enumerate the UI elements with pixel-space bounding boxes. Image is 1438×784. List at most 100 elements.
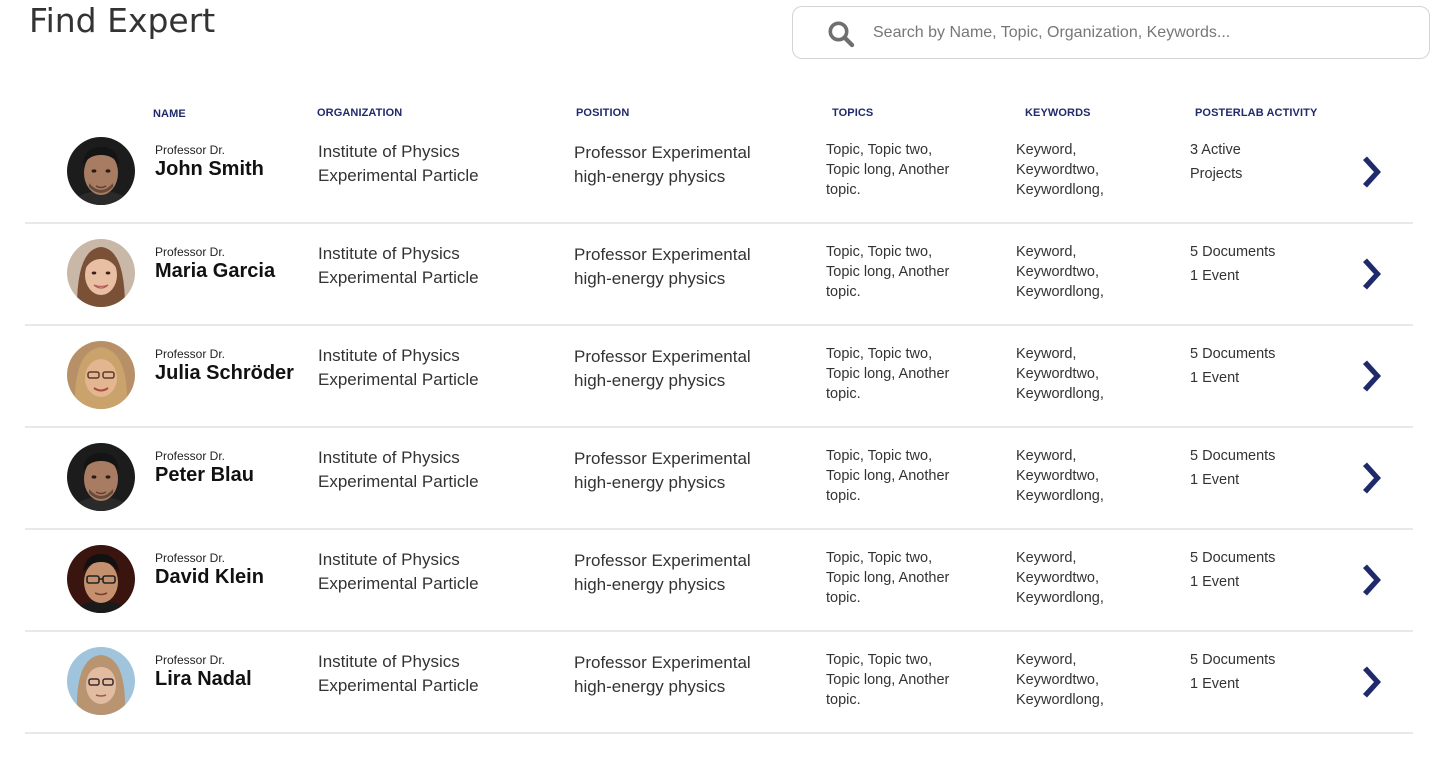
activity-line: 1 Event	[1190, 472, 1240, 488]
position-line: Professor Experimental	[574, 653, 751, 672]
keywords-line: Keyword,	[1016, 142, 1077, 158]
activity-line: 5 Documents	[1190, 346, 1276, 362]
chevron-right-icon[interactable]	[1355, 258, 1385, 290]
keywords-cell: Keyword, Keywordtwo, Keywordlong,	[1016, 140, 1104, 200]
expert-name[interactable]: Lira Nadal	[155, 667, 252, 691]
expert-row[interactable]: Professor Dr. Julia Schröder Institute o…	[25, 326, 1413, 428]
position-line: Professor Experimental	[574, 449, 751, 468]
activity-line: 5 Documents	[1190, 448, 1276, 464]
topics-cell: Topic, Topic two, Topic long, Another to…	[826, 344, 949, 404]
position-cell: Professor Experimental high-energy physi…	[574, 141, 751, 189]
topics-line: topic.	[826, 488, 861, 504]
column-header-keywords[interactable]: KEYWORDS	[1025, 107, 1091, 120]
chevron-right-icon[interactable]	[1355, 360, 1385, 392]
topics-line: Topic, Topic two,	[826, 142, 933, 158]
keywords-line: Keywordtwo,	[1016, 162, 1100, 178]
organization-line: Institute of Physics	[318, 550, 460, 569]
column-header-name[interactable]: NAME	[153, 108, 186, 121]
avatar	[67, 137, 135, 205]
avatar	[67, 239, 135, 307]
position-line: high-energy physics	[574, 167, 726, 186]
organization-cell: Institute of Physics Experimental Partic…	[318, 242, 479, 290]
expert-row[interactable]: Professor Dr. Maria Garcia Institute of …	[25, 224, 1413, 326]
topics-line: topic.	[826, 182, 861, 198]
keywords-line: Keyword,	[1016, 346, 1077, 362]
organization-line: Experimental Particle	[318, 574, 479, 593]
organization-line: Institute of Physics	[318, 448, 460, 467]
expert-name[interactable]: Peter Blau	[155, 463, 254, 487]
organization-cell: Institute of Physics Experimental Partic…	[318, 344, 479, 392]
chevron-right-icon[interactable]	[1355, 462, 1385, 494]
position-cell: Professor Experimental high-energy physi…	[574, 549, 751, 597]
activity-cell: 3 Active Projects	[1190, 138, 1242, 186]
keywords-line: Keyword,	[1016, 550, 1077, 566]
keywords-line: Keyword,	[1016, 448, 1077, 464]
column-header-position[interactable]: POSITION	[576, 107, 629, 120]
search-input[interactable]	[873, 7, 1413, 58]
organization-cell: Institute of Physics Experimental Partic…	[318, 650, 479, 698]
activity-line: 5 Documents	[1190, 244, 1276, 260]
page-title: Find Expert	[29, 1, 216, 40]
keywords-line: Keywordlong,	[1016, 386, 1104, 402]
keywords-line: Keyword,	[1016, 244, 1077, 260]
activity-line: 3 Active	[1190, 142, 1241, 158]
organization-cell: Institute of Physics Experimental Partic…	[318, 140, 479, 188]
topics-line: Topic long, Another	[826, 162, 950, 178]
avatar	[67, 647, 135, 715]
topics-line: Topic, Topic two,	[826, 652, 933, 668]
expert-row[interactable]: Professor Dr. Peter Blau Institute of Ph…	[25, 428, 1413, 530]
activity-line: 1 Event	[1190, 370, 1240, 386]
expert-row[interactable]: Professor Dr. John Smith Institute of Ph…	[25, 122, 1413, 224]
avatar	[67, 545, 135, 613]
expert-row[interactable]: Professor Dr. Lira Nadal Institute of Ph…	[25, 632, 1413, 734]
search-box[interactable]	[792, 6, 1430, 59]
topics-cell: Topic, Topic two, Topic long, Another to…	[826, 446, 949, 506]
expert-name[interactable]: David Klein	[155, 565, 264, 589]
activity-cell: 5 Documents 1 Event	[1190, 648, 1275, 696]
keywords-cell: Keyword, Keywordtwo, Keywordlong,	[1016, 344, 1104, 404]
keywords-line: Keywordtwo,	[1016, 570, 1100, 586]
search-icon[interactable]	[827, 20, 855, 48]
activity-line: 5 Documents	[1190, 550, 1276, 566]
avatar	[67, 443, 135, 511]
column-header-organization[interactable]: ORGANIZATION	[317, 107, 402, 120]
keywords-cell: Keyword, Keywordtwo, Keywordlong,	[1016, 242, 1104, 302]
chevron-right-icon[interactable]	[1355, 156, 1385, 188]
topics-cell: Topic, Topic two, Topic long, Another to…	[826, 548, 949, 608]
avatar	[67, 341, 135, 409]
expert-name[interactable]: Maria Garcia	[155, 259, 275, 283]
position-line: Professor Experimental	[574, 143, 751, 162]
expert-title: Professor Dr.	[155, 347, 226, 361]
table-header: NAME ORGANIZATION POSITION TOPICS KEYWOR…	[0, 107, 1438, 121]
position-cell: Professor Experimental high-energy physi…	[574, 447, 751, 495]
keywords-line: Keyword,	[1016, 652, 1077, 668]
expert-title: Professor Dr.	[155, 551, 226, 565]
keywords-line: Keywordlong,	[1016, 488, 1104, 504]
chevron-right-icon[interactable]	[1355, 564, 1385, 596]
topics-line: topic.	[826, 386, 861, 402]
activity-line: Projects	[1190, 166, 1243, 182]
position-line: high-energy physics	[574, 575, 726, 594]
expert-name[interactable]: Julia Schröder	[155, 361, 294, 385]
position-cell: Professor Experimental high-energy physi…	[574, 651, 751, 699]
position-line: high-energy physics	[574, 473, 726, 492]
experts-table: Professor Dr. John Smith Institute of Ph…	[25, 122, 1413, 734]
expert-name[interactable]: John Smith	[155, 157, 264, 181]
position-cell: Professor Experimental high-energy physi…	[574, 243, 751, 291]
topics-line: Topic, Topic two,	[826, 448, 933, 464]
column-header-posterlab-activity[interactable]: POSTERLAB ACTIVITY	[1195, 107, 1317, 120]
position-line: high-energy physics	[574, 677, 726, 696]
expert-row[interactable]: Professor Dr. David Klein Institute of P…	[25, 530, 1413, 632]
position-line: Professor Experimental	[574, 347, 751, 366]
activity-cell: 5 Documents 1 Event	[1190, 546, 1275, 594]
column-header-topics[interactable]: TOPICS	[832, 107, 873, 120]
topics-line: Topic long, Another	[826, 570, 950, 586]
topics-cell: Topic, Topic two, Topic long, Another to…	[826, 650, 949, 710]
topics-line: topic.	[826, 590, 861, 606]
expert-title: Professor Dr.	[155, 143, 226, 157]
activity-line: 5 Documents	[1190, 652, 1276, 668]
topics-line: topic.	[826, 284, 861, 300]
keywords-line: Keywordtwo,	[1016, 366, 1100, 382]
chevron-right-icon[interactable]	[1355, 666, 1385, 698]
topics-line: Topic long, Another	[826, 366, 950, 382]
